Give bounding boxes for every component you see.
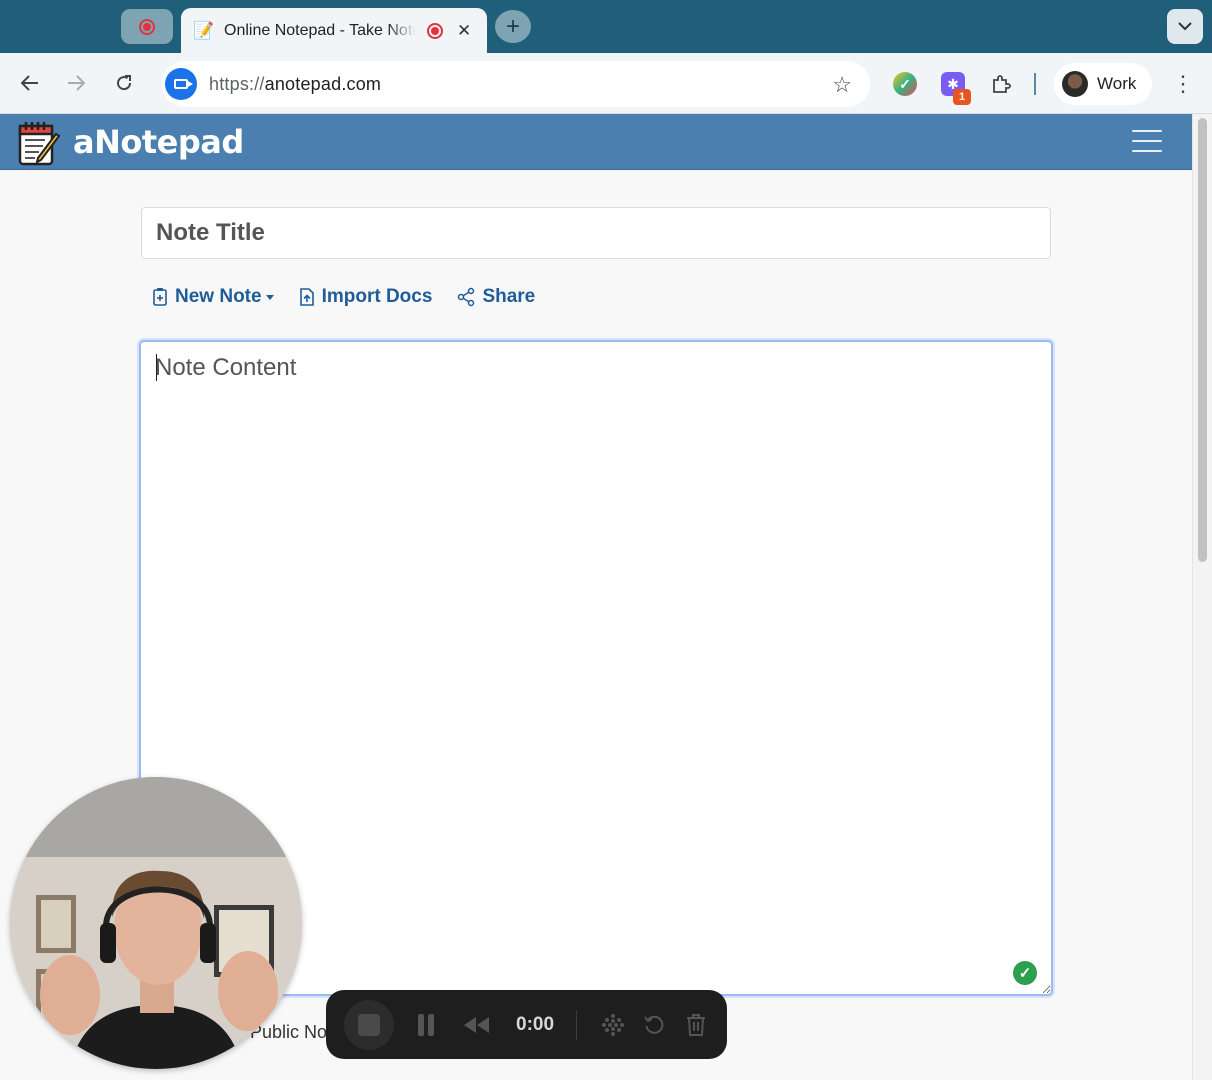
- back-button[interactable]: [17, 70, 43, 96]
- import-docs-button[interactable]: Import Docs: [299, 286, 433, 308]
- share-button[interactable]: Share: [457, 286, 535, 308]
- tab-title: Online Notepad - Take Notes: [224, 21, 416, 39]
- chevron-down-icon: [1178, 22, 1192, 31]
- delete-recording-button[interactable]: [685, 1013, 707, 1037]
- pause-button[interactable]: [418, 1013, 438, 1036]
- webcam-bubble[interactable]: [10, 777, 302, 1069]
- note-actions: New Note Import Docs Share: [152, 286, 560, 308]
- arrow-right-icon: [68, 75, 85, 91]
- note-title-input[interactable]: [141, 207, 1051, 259]
- reload-icon: [117, 75, 132, 91]
- page-scrollbar[interactable]: [1192, 114, 1212, 1080]
- caret-down-icon: [265, 294, 274, 300]
- grammar-check-extension-icon[interactable]: ✓: [893, 72, 917, 96]
- notepad-logo-icon[interactable]: [17, 120, 63, 166]
- spellcheck-ok-icon[interactable]: ✓: [1013, 961, 1037, 985]
- rewind-icon: [464, 1016, 489, 1033]
- puzzle-icon: [993, 75, 1011, 93]
- avatar: [1062, 71, 1088, 97]
- app-navbar: aNotepad: [0, 114, 1192, 170]
- recording-icon: [139, 18, 155, 35]
- stop-recording-button[interactable]: [344, 999, 394, 1050]
- brand-name[interactable]: aNotepad: [73, 123, 244, 161]
- extension-badge: 1: [953, 89, 971, 105]
- new-note-button[interactable]: New Note: [152, 286, 274, 308]
- more-menu-icon[interactable]: ⋮: [1172, 70, 1194, 98]
- new-note-label: New Note: [175, 286, 262, 307]
- trash-icon: [687, 1013, 706, 1036]
- browser-tab-active[interactable]: 📝 Online Notepad - Take Notes ✕: [181, 8, 487, 53]
- restart-button[interactable]: [643, 1014, 665, 1036]
- tab-recording-icon: [427, 22, 443, 39]
- browser-toolbar: https://anotepad.com ☆ ✓ ✱ 1 Work ⋮: [0, 53, 1212, 114]
- arrow-left-icon: [21, 75, 38, 91]
- new-tab-button[interactable]: +: [495, 10, 531, 43]
- screen-recorder-site-icon[interactable]: [165, 68, 197, 100]
- reload-button[interactable]: [111, 70, 137, 96]
- hamburger-menu-icon[interactable]: [1132, 130, 1162, 154]
- forward-button[interactable]: [63, 70, 89, 96]
- rewind-button[interactable]: [462, 1016, 490, 1034]
- text-cursor: [156, 354, 157, 381]
- profile-button[interactable]: Work: [1054, 63, 1152, 105]
- recording-timer: 0:00: [516, 1013, 555, 1035]
- restart-icon: [644, 1015, 664, 1034]
- toolbar-divider: [1034, 73, 1036, 95]
- import-docs-label: Import Docs: [321, 286, 433, 307]
- url-text[interactable]: https://anotepad.com: [209, 74, 381, 95]
- webcam-video-image: [10, 777, 302, 1069]
- tab-search-button[interactable]: [1167, 9, 1203, 44]
- scrollbar-thumb[interactable]: [1198, 118, 1207, 562]
- pinned-tab-recording[interactable]: [121, 9, 173, 44]
- file-upload-icon: [299, 288, 314, 306]
- recording-controls: 0:00: [326, 990, 727, 1059]
- share-icon: [458, 287, 475, 307]
- stop-icon: [358, 1013, 380, 1036]
- profile-label: Work: [1097, 74, 1137, 93]
- recorder-divider: [576, 1009, 578, 1040]
- address-bar[interactable]: https://anotepad.com ☆: [162, 61, 870, 107]
- tab-close-icon[interactable]: ✕: [457, 21, 471, 41]
- share-label: Share: [482, 286, 536, 307]
- notepad-favicon-icon: 📝: [193, 20, 215, 40]
- draw-tool-button[interactable]: [601, 1013, 625, 1037]
- dots-grid-icon: [602, 1013, 625, 1036]
- bookmark-star-icon[interactable]: ☆: [832, 72, 852, 98]
- browser-tab-strip: 📝 Online Notepad - Take Notes ✕ +: [0, 0, 1212, 53]
- new-note-icon: [153, 288, 167, 306]
- puzzle-extensions-icon[interactable]: [989, 72, 1013, 96]
